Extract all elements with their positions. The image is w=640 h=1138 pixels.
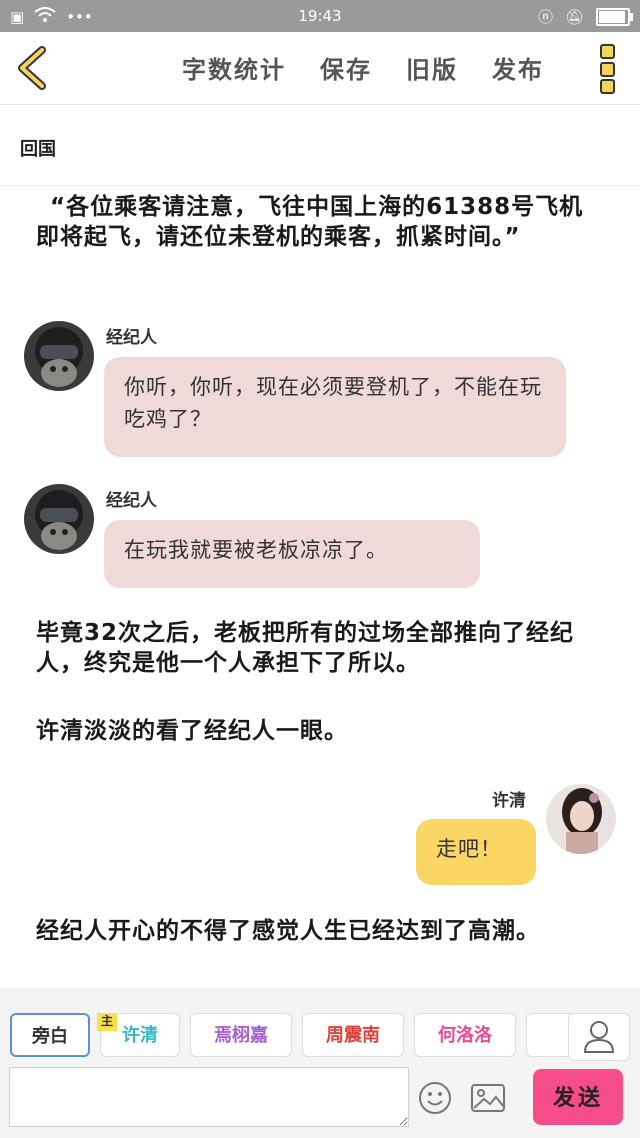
narration-paragraph: 经纪人开心的不得了感觉人生已经达到了高潮。: [36, 918, 540, 944]
dialogue-bubble-self[interactable]: 走吧！: [416, 819, 536, 885]
chip-label: 旁白: [32, 1026, 68, 1047]
character-chip-xuqing[interactable]: 主 许清: [97, 1013, 180, 1057]
main-character-badge: 主: [97, 1013, 117, 1031]
narration-paragraph: “各位乘客请注意，飞往中国上海的61388号飞机即将起飞，请还位未登机的乘客，抓…: [36, 194, 584, 250]
chip-label: 何洛洛: [438, 1025, 492, 1046]
chapter-title[interactable]: 回国: [20, 135, 56, 161]
character-chip-zhouzhennan[interactable]: 周震南: [302, 1013, 404, 1057]
story-content[interactable]: “各位乘客请注意，飞往中国上海的61388号飞机即将起飞，请还位未登机的乘客，抓…: [0, 186, 640, 988]
narration-paragraph: 许清淡淡的看了经纪人一眼。: [36, 718, 348, 744]
save-button[interactable]: 保存: [320, 50, 372, 85]
dialogue-bubble[interactable]: 在玩我就要被老板凉凉了。: [104, 520, 480, 588]
mute-icon: 🔕︎: [564, 7, 584, 26]
image-icon: [471, 1084, 505, 1112]
status-right-icons: ⓝ 🔕︎: [537, 6, 633, 27]
word-count-button[interactable]: 字数统计: [182, 50, 286, 85]
editor-toolbar: 字数统计 保存 旧版 发布: [0, 32, 640, 105]
chevron-left-icon: [18, 46, 46, 90]
avatar-xuqing[interactable]: [546, 784, 616, 854]
nfc-icon: ⓝ: [537, 8, 553, 26]
message-input[interactable]: [9, 1067, 409, 1127]
character-chip-heluoluo[interactable]: 何洛洛: [414, 1013, 516, 1057]
character-selector: 旁白 主 许清 焉栩嘉 周震南 何洛洛 经: [10, 1013, 575, 1059]
avatar-agent[interactable]: [24, 321, 94, 391]
publish-button[interactable]: 发布: [492, 50, 544, 85]
avatar-agent[interactable]: [24, 484, 94, 554]
speaker-name: 经纪人: [106, 491, 157, 511]
composer-panel: 旁白 主 许清 焉栩嘉 周震南 何洛洛 经 发送: [0, 988, 640, 1138]
battery-icon: [596, 7, 633, 26]
chapter-header: 回国: [0, 105, 640, 186]
chip-label: 焉栩嘉: [214, 1025, 268, 1046]
smiley-icon: [419, 1082, 451, 1114]
toolbar-actions: 字数统计 保存 旧版 发布: [182, 50, 544, 85]
send-button[interactable]: 发送: [533, 1069, 623, 1125]
user-icon: [583, 1021, 615, 1053]
character-manage-button[interactable]: [568, 1013, 630, 1061]
narration-paragraph: 毕竟32次之后，老板把所有的过场全部推向了经纪人，终究是他一个人承担下了所以。: [36, 620, 575, 676]
character-chip-narrator[interactable]: 旁白: [10, 1013, 90, 1057]
dialogue-bubble[interactable]: 你听，你听，现在必须要登机了，不能在玩吃鸡了？: [104, 357, 566, 457]
character-chip-yanxujia[interactable]: 焉栩嘉: [190, 1013, 292, 1057]
status-bar: ▣ ••• 19:43 ⓝ 🔕︎: [0, 0, 640, 32]
emoji-button[interactable]: [417, 1080, 453, 1116]
image-button[interactable]: [470, 1082, 506, 1114]
speaker-name: 许清: [492, 791, 526, 811]
back-button[interactable]: [14, 44, 54, 92]
chip-label: 许清: [122, 1025, 158, 1046]
kebab-menu-icon[interactable]: [600, 44, 616, 94]
speaker-name: 经纪人: [106, 328, 157, 348]
chip-label: 周震南: [326, 1025, 380, 1046]
old-version-button[interactable]: 旧版: [406, 50, 458, 85]
